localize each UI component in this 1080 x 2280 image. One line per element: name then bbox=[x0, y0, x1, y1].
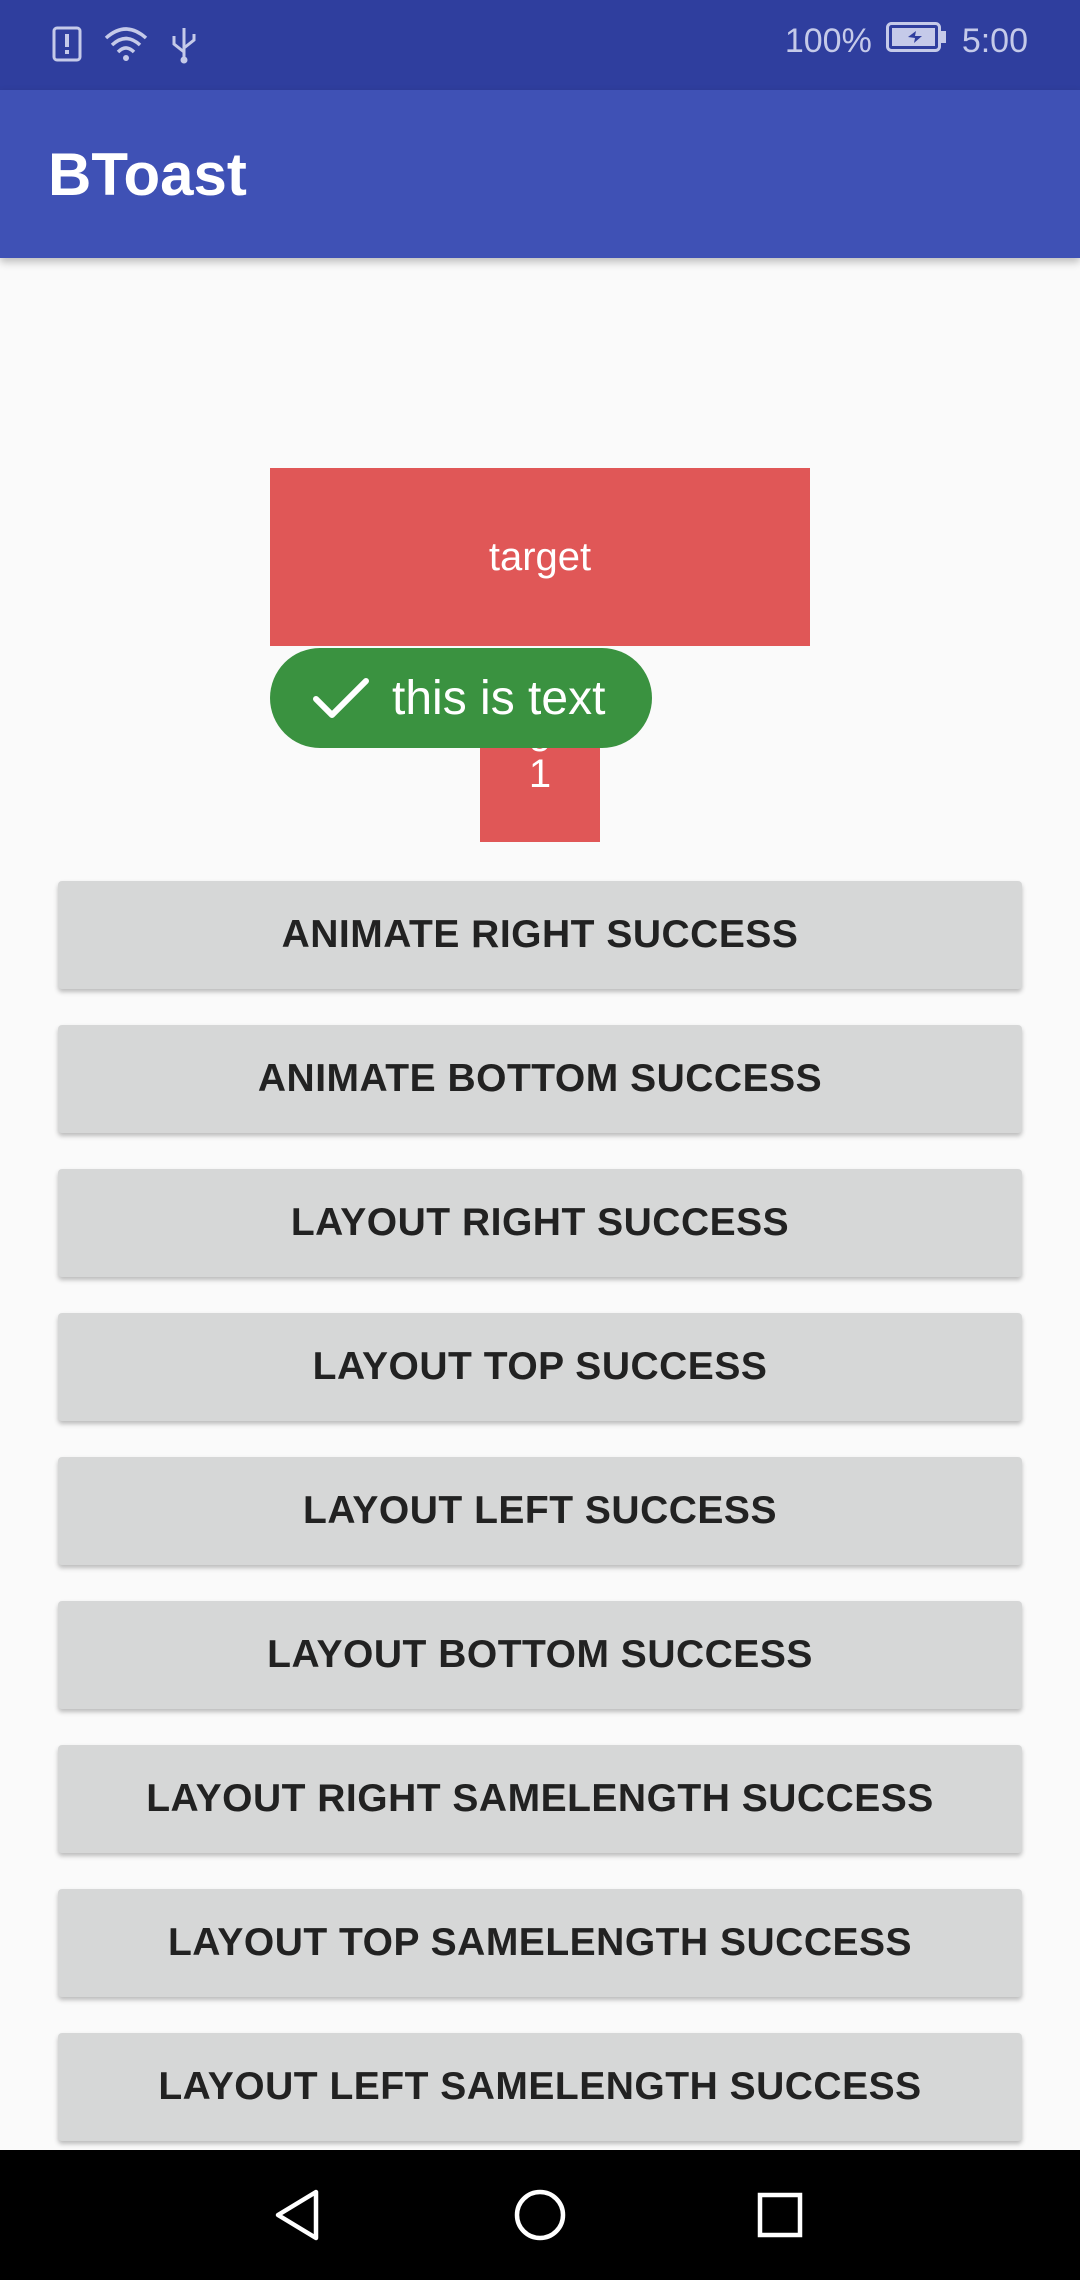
layout-right-samelength-success-button[interactable]: LAYOUT RIGHT SAMELENGTH SUCCESS bbox=[58, 1745, 1022, 1853]
wifi-icon bbox=[104, 26, 148, 67]
layout-left-samelength-success-button[interactable]: LAYOUT LEFT SAMELENGTH SUCCESS bbox=[58, 2033, 1022, 2141]
animate-right-success-button[interactable]: ANIMATE RIGHT SUCCESS bbox=[58, 881, 1022, 989]
home-icon[interactable] bbox=[505, 2180, 575, 2250]
small-target-line-2: 1 bbox=[528, 752, 552, 796]
check-icon bbox=[312, 673, 370, 723]
layout-top-success-button[interactable]: LAYOUT TOP SUCCESS bbox=[58, 1313, 1022, 1421]
status-bar: 100% 5:00 bbox=[0, 0, 1080, 90]
usb-icon bbox=[170, 24, 198, 69]
battery-percent: 100% bbox=[784, 22, 872, 60]
recents-icon[interactable] bbox=[745, 2180, 815, 2250]
clock: 5:00 bbox=[961, 22, 1028, 60]
navigation-bar bbox=[0, 2150, 1080, 2280]
battery-icon bbox=[885, 22, 948, 61]
alert-icon bbox=[52, 26, 82, 67]
layout-right-success-button[interactable]: LAYOUT RIGHT SUCCESS bbox=[58, 1169, 1022, 1277]
back-icon[interactable] bbox=[264, 2180, 334, 2250]
app-bar: BToast bbox=[0, 90, 1080, 258]
target-view: target bbox=[270, 468, 810, 646]
toast-text: this is text bbox=[392, 671, 606, 725]
layout-left-success-button[interactable]: LAYOUT LEFT SUCCESS bbox=[58, 1457, 1022, 1565]
animate-bottom-success-button[interactable]: ANIMATE BOTTOM SUCCESS bbox=[58, 1025, 1022, 1133]
success-toast: this is text bbox=[270, 648, 652, 748]
target-label: target bbox=[488, 534, 592, 579]
status-icons-left bbox=[52, 24, 198, 69]
layout-top-samelength-success-button[interactable]: LAYOUT TOP SAMELENGTH SUCCESS bbox=[58, 1889, 1022, 1997]
status-icons-right: 100% 5:00 bbox=[785, 22, 1028, 61]
app-title: BToast bbox=[48, 141, 247, 208]
layout-bottom-success-button[interactable]: LAYOUT BOTTOM SUCCESS bbox=[58, 1601, 1022, 1709]
